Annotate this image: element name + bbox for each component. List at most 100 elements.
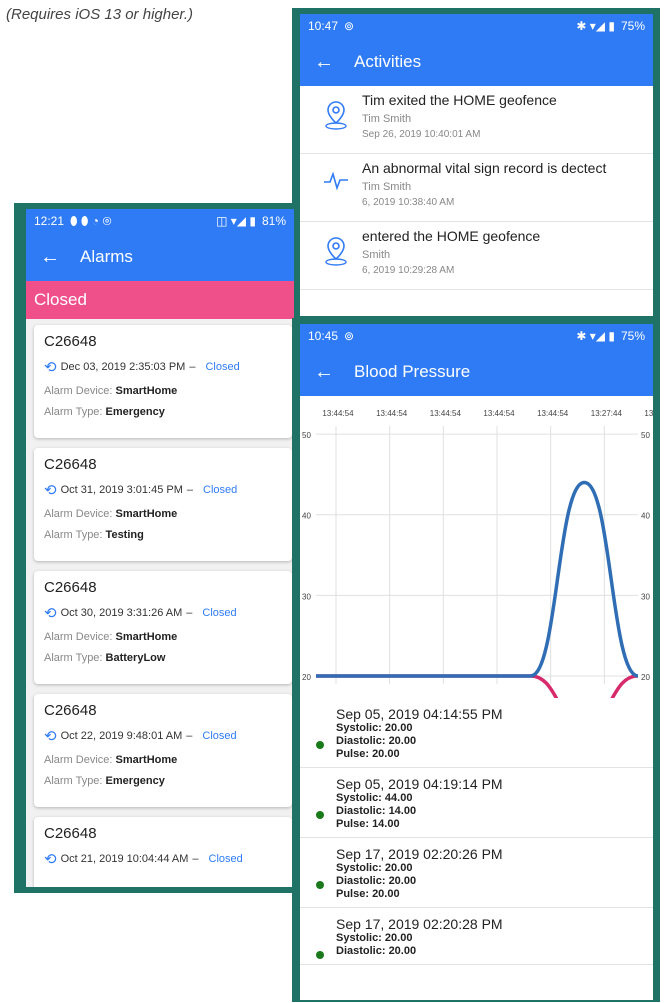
back-arrow-icon[interactable]: ← [314, 361, 354, 384]
activity-user: Tim Smith [362, 113, 412, 125]
y-tick-label-right: 20 [641, 673, 650, 682]
record-value: Diastolic: 20.00 [336, 875, 417, 887]
dash: – [186, 607, 193, 619]
record-date: Sep 05, 2019 04:14:55 PM [336, 706, 503, 722]
requirements-note: (Requires iOS 13 or higher.) [6, 6, 194, 23]
bp-record[interactable]: Sep 05, 2019 04:19:14 PM Systolic: 44.00 D… [300, 768, 653, 838]
status-time: 10:47 [308, 19, 339, 33]
alarm-device-row: Alarm Device: SmartHome [44, 631, 282, 643]
alarm-card[interactable]: C26648 ⟲ Oct 31, 2019 3:01:45 PM – Close… [34, 448, 292, 561]
alarm-status: Closed [202, 730, 237, 742]
alarm-id: C26648 [44, 456, 97, 473]
bluetooth-wifi-icons: ✱ ▾◢ ▮ [576, 19, 615, 33]
activity-time: 6, 2019 10:38:40 AM [362, 197, 455, 208]
history-clock-icon: ⟲ [44, 728, 57, 745]
alarm-type-label: Alarm Type: [44, 775, 106, 787]
alarm-device-label: Alarm Device: [44, 385, 116, 397]
alarm-type-label: Alarm Type: [44, 652, 106, 664]
alarm-date: Oct 30, 2019 3:31:26 AM [60, 607, 183, 619]
dash: – [189, 361, 196, 373]
record-value: Diastolic: 14.00 [336, 805, 417, 817]
record-value: Systolic: 20.00 [336, 722, 413, 734]
status-bar: 12:21 ⬮ ⬮ ◔ ⊚ ◫ ▾◢ ▮ 81% [26, 209, 294, 233]
x-tick-label: 13:44:54 [430, 409, 462, 418]
chart-background [300, 396, 653, 698]
back-arrow-icon[interactable]: ← [40, 246, 80, 269]
notification-icons: ⬮ ⬮ ◔ ⊚ [70, 213, 112, 228]
alarm-card[interactable]: C26648 ⟲ Oct 30, 2019 3:31:26 AM – Close… [34, 571, 292, 684]
alarm-date: Oct 22, 2019 9:48:01 AM [60, 730, 183, 742]
activities-screen: 10:47 ⊚ ✱ ▾◢ ▮ 75% ← Activities Tim exited… [300, 14, 653, 316]
alarm-type-label: Alarm Type: [44, 406, 106, 418]
status-time: 10:45 [308, 329, 339, 343]
dash: – [192, 853, 199, 865]
alarm-device-row: Alarm Device: SmartHome [44, 754, 282, 766]
page-title: Blood Pressure [354, 362, 471, 381]
y-tick-label-left: 20 [302, 673, 311, 682]
location-pin-icon [310, 92, 362, 153]
bp-record-list: Sep 05, 2019 04:14:55 PM Systolic: 20.00 D… [300, 698, 653, 965]
page-title: Alarms [80, 247, 133, 266]
alarms-screen: 12:21 ⬮ ⬮ ◔ ⊚ ◫ ▾◢ ▮ 81% ← Alarms Closed C… [26, 209, 294, 887]
status-dot [316, 811, 324, 819]
alarm-type-row: Alarm Type: BatteryLow [44, 652, 282, 664]
record-value: Diastolic: 20.00 [336, 735, 417, 747]
bp-record[interactable]: Sep 05, 2019 04:14:55 PM Systolic: 20.00 D… [300, 698, 653, 768]
blood-pressure-chart: 20 20 30 30 40 40 50 50 13:44:54 13:44:54 13:44:54… [300, 396, 653, 698]
vibrate-wifi-icons: ◫ ▾◢ ▮ [216, 214, 256, 228]
app-bar: ← Blood Pressure [300, 348, 653, 396]
x-tick-label: 13:44:54 [376, 409, 408, 418]
alarm-id: C26648 [44, 702, 97, 719]
record-value: Diastolic: 20.00 [336, 945, 417, 957]
activity-title: Tim exited the HOME geofence [362, 92, 557, 108]
location-pin-icon [310, 228, 362, 289]
closed-filter-bar[interactable]: Closed [26, 281, 294, 319]
alarm-device: SmartHome [115, 631, 178, 643]
alarm-card[interactable]: C26648 ⟲ Oct 21, 2019 10:04:44 AM – Clos… [34, 817, 292, 887]
y-tick-label-left: 30 [302, 592, 311, 601]
dash: – [186, 484, 194, 496]
alarm-status: Closed [208, 853, 243, 865]
alarm-date: Oct 31, 2019 3:01:45 PM [60, 484, 183, 496]
alarm-device-label: Alarm Device: [44, 508, 116, 520]
app-bar: ← Alarms [26, 233, 294, 281]
activity-item[interactable]: entered the HOME geofence Smith 6, 2019 … [300, 222, 653, 290]
app-bar: ← Activities [300, 38, 653, 86]
alarm-card[interactable]: C26648 ⟲ Oct 22, 2019 9:48:01 AM – Close… [34, 694, 292, 807]
record-date: Sep 05, 2019 04:19:14 PM [336, 776, 503, 792]
bp-screen: 10:45 ⊚ ✱ ▾◢ ▮ 75% ← Blood Pressure 20 20 30… [300, 324, 653, 1000]
record-date: Sep 17, 2019 02:20:28 PM [336, 916, 503, 932]
battery-level: 75% [620, 329, 645, 343]
activity-item[interactable]: An abnormal vital sign record is dectect… [300, 154, 653, 222]
history-clock-icon: ⟲ [44, 482, 57, 499]
alarm-device-row: Alarm Device: SmartHome [44, 385, 282, 397]
record-value: Pulse: 20.00 [336, 748, 400, 760]
activity-list: Tim exited the HOME geofence Tim Smith S… [300, 86, 653, 290]
bp-record[interactable]: Sep 17, 2019 02:20:28 PM Systolic: 20.00 D… [300, 908, 653, 965]
y-tick-label-left: 50 [302, 431, 311, 440]
alarm-device-label: Alarm Device: [44, 631, 116, 643]
alarm-status: Closed [205, 361, 240, 373]
y-tick-label-right: 30 [641, 592, 650, 601]
alarm-id: C26648 [44, 579, 97, 596]
y-tick-label-left: 40 [302, 512, 311, 521]
alarm-device: SmartHome [115, 508, 178, 520]
x-tick-label: 13:27:44 [644, 409, 653, 418]
activity-time: Sep 26, 2019 10:40:01 AM [362, 129, 481, 140]
alarm-type: BatteryLow [105, 652, 166, 664]
bluetooth-wifi-icons: ✱ ▾◢ ▮ [576, 329, 615, 343]
activity-user: Smith [362, 249, 391, 261]
alarm-card[interactable]: C26648 ⟲ Dec 03, 2019 2:35:03 PM – Close… [34, 325, 292, 438]
activity-item[interactable]: Tim exited the HOME geofence Tim Smith S… [300, 86, 653, 154]
dash: – [186, 730, 193, 742]
history-clock-icon: ⟲ [44, 605, 57, 622]
back-arrow-icon[interactable]: ← [314, 51, 354, 74]
record-value: Systolic: 44.00 [336, 792, 413, 804]
bp-record[interactable]: Sep 17, 2019 02:20:26 PM Systolic: 20.00 D… [300, 838, 653, 908]
page-title: Activities [354, 52, 422, 71]
alarm-type-row: Alarm Type: Testing [44, 529, 282, 541]
alarm-id: C26648 [44, 825, 97, 842]
status-bar: 10:47 ⊚ ✱ ▾◢ ▮ 75% [300, 14, 653, 38]
settings-icon: ⊚ [344, 19, 355, 33]
alarm-type-label: Alarm Type: [44, 529, 106, 541]
